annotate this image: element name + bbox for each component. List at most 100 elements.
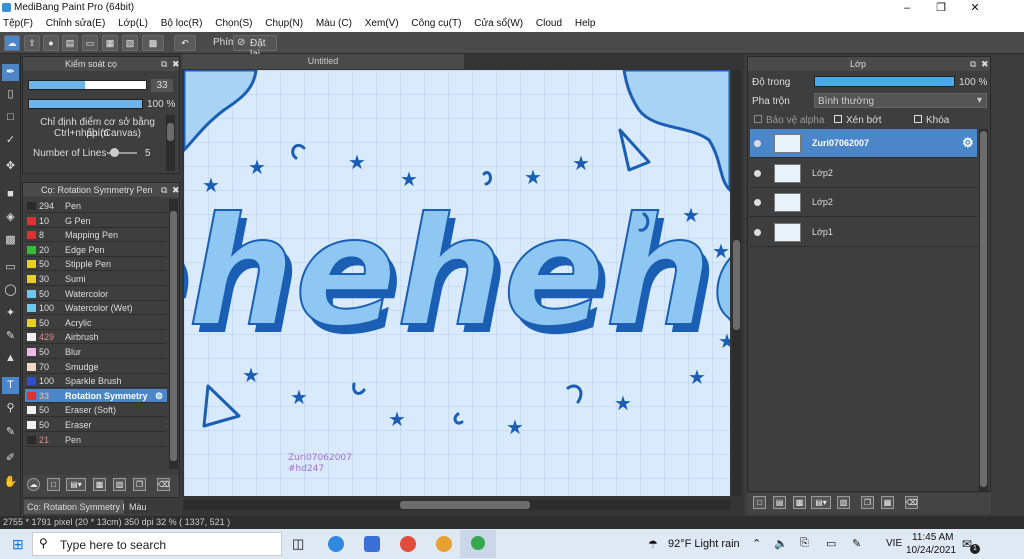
restore-icon[interactable]: ❐ — [924, 0, 958, 16]
menu-view[interactable]: Xem(V) — [360, 16, 404, 32]
brush-item[interactable]: 30 Sumi — [25, 272, 167, 286]
menu-file[interactable]: Tệp(F) — [0, 16, 38, 32]
brush-item[interactable]: 50 Eraser — [25, 418, 167, 432]
rectangle-tool-icon[interactable]: □ — [2, 109, 19, 126]
layer-settings-gear-icon[interactable]: ⚙ — [962, 135, 974, 151]
weather-text[interactable]: 92°F Light rain — [668, 538, 740, 550]
add-brush-menu-icon[interactable]: ▤▾ — [66, 478, 86, 491]
minimize-icon[interactable]: – — [890, 0, 924, 16]
layer-row[interactable]: Zuri07062007 ⚙ — [750, 129, 977, 158]
delete-layer-icon[interactable]: ⌫ — [905, 496, 918, 509]
duplicate-icon[interactable]: ❐ — [133, 478, 146, 491]
brush-item[interactable]: 50 Acrylic — [25, 316, 167, 330]
trash-icon[interactable]: ⌫ — [157, 478, 170, 491]
canvas-vscroll-thumb[interactable] — [733, 240, 740, 330]
select-eraser-tool-icon[interactable]: ▲ — [2, 350, 19, 367]
share-icon[interactable]: ⇧ — [24, 35, 40, 51]
divide-tool-icon[interactable]: ✎ — [2, 424, 19, 441]
menu-snap[interactable]: Chụp(N) — [260, 16, 308, 32]
hand-tool-icon[interactable]: ✋ — [2, 474, 19, 491]
menu-select[interactable]: Chọn(S) — [210, 16, 257, 32]
bucket-tool-icon[interactable]: ◈ — [2, 209, 19, 226]
select-tool-icon[interactable]: ▭ — [2, 259, 19, 276]
clipping-checkbox[interactable] — [834, 115, 842, 123]
brush-item[interactable]: 33 Rotation Symmetry ⚙ — [25, 388, 167, 403]
brush-item[interactable]: 100 Sparkle Brush — [25, 374, 167, 389]
task-view-icon[interactable]: ◫ — [292, 536, 304, 552]
speaker-icon[interactable]: 🔈 — [774, 537, 788, 550]
brush-control-scrollbar[interactable] — [166, 115, 175, 171]
canvas[interactable]: ehehehe ehehehe ★★★ ★★★ ★★★ ★★★ ★★★ Zuri… — [184, 70, 730, 496]
layer-row[interactable]: Lớp1 — [750, 218, 977, 247]
tab-brush[interactable]: Cọ: Rotation Symmetry Pen — [24, 500, 124, 514]
brush-list-scrollbar[interactable] — [169, 199, 178, 469]
taskbar-active-app[interactable] — [460, 530, 496, 558]
menu-filter[interactable]: Bộ lọc(R) — [156, 16, 208, 32]
clock-date[interactable]: 10/24/2021 — [906, 545, 956, 556]
operation-tool-icon[interactable]: ⚲ — [2, 400, 19, 417]
chrome-profile-icon[interactable] — [436, 536, 452, 552]
brush-item[interactable]: 100 Watercolor (Wet) — [25, 301, 167, 316]
move-tool-icon[interactable]: ✥ — [2, 158, 19, 175]
fill-rect-tool-icon[interactable]: ■ — [2, 186, 19, 203]
duplicate-layer-icon[interactable]: ❐ — [861, 496, 874, 509]
reset-button[interactable]: ⊘ Đặt lại — [233, 35, 277, 60]
float-panel-icon[interactable]: ⧉ — [970, 57, 976, 71]
magic-wand-tool-icon[interactable]: ✦ — [2, 305, 19, 322]
undo-icon[interactable]: ↶ — [174, 35, 196, 51]
blend-mode-select[interactable]: Bình thường ▾ — [814, 93, 987, 108]
brush-item[interactable]: 20 Edge Pen — [25, 243, 167, 257]
text-tool-icon[interactable]: T — [2, 377, 19, 394]
brush-item[interactable]: 429 Airbrush — [25, 330, 167, 345]
windows-start-icon[interactable]: ⊞ — [12, 536, 24, 553]
gear-icon[interactable]: ⚙ — [155, 389, 163, 403]
new-8bit-layer-icon[interactable]: ▩ — [793, 496, 806, 509]
float-panel-icon[interactable]: ⧉ — [161, 57, 167, 71]
menu-edit[interactable]: Chỉnh sửa(E) — [41, 16, 111, 32]
toolbar-extra-icon[interactable]: ▩ — [142, 35, 164, 51]
cloud-brush-icon[interactable]: ☁ — [27, 478, 40, 491]
brush-item[interactable]: 294 Pen — [25, 199, 167, 213]
add-layer-menu-icon[interactable]: ▤▾ — [811, 496, 831, 509]
edge-icon[interactable] — [328, 536, 344, 552]
canvas-vertical-scrollbar[interactable] — [732, 70, 741, 496]
battery-icon[interactable]: ▭ — [826, 537, 836, 550]
dot-pen-tool-icon[interactable]: ✓ — [2, 132, 19, 149]
layer-row[interactable]: Lớp2 — [750, 159, 977, 188]
brush-item[interactable]: 8 Mapping Pen — [25, 228, 167, 243]
pen-icon[interactable]: ✎ — [852, 537, 861, 550]
close-panel-icon[interactable]: ✖ — [981, 57, 989, 71]
layer-list-scrollbar[interactable] — [979, 129, 988, 491]
brush-item[interactable]: 50 Stipple Pen — [25, 257, 167, 272]
new-brush-icon[interactable]: □ — [47, 478, 60, 491]
close-icon[interactable]: ✕ — [958, 0, 992, 16]
eyedropper-tool-icon[interactable]: ✐ — [2, 450, 19, 467]
clock-time[interactable]: 11:45 AM — [912, 532, 954, 543]
chevron-up-icon[interactable]: ⌃ — [752, 537, 761, 550]
brush-opacity-slider[interactable] — [28, 99, 143, 109]
brush-item[interactable]: 10 G Pen — [25, 214, 167, 228]
number-of-lines-handle[interactable] — [110, 148, 119, 157]
visibility-icon[interactable] — [754, 140, 761, 147]
cloud-icon[interactable]: ☁ — [4, 35, 20, 51]
brush-item[interactable]: 70 Smudge — [25, 360, 167, 374]
grid-icon[interactable]: ▦ — [102, 35, 118, 51]
gradient-tool-icon[interactable]: ▩ — [2, 232, 19, 249]
eraser-tool-icon[interactable]: ▯ — [2, 86, 19, 103]
brush-size-value[interactable]: 33 — [151, 79, 173, 92]
layer-opacity-slider[interactable] — [814, 76, 955, 87]
menu-color[interactable]: Màu (C) — [311, 16, 357, 32]
page-icon[interactable]: ▭ — [82, 35, 98, 51]
tab-color[interactable]: Màu — [126, 500, 150, 514]
copy-brush-icon[interactable]: ▩ — [93, 478, 106, 491]
taskbar-search[interactable]: ⚲ Type here to search — [32, 532, 282, 556]
select-pen-tool-icon[interactable]: ✎ — [2, 328, 19, 345]
menu-layer[interactable]: Lớp(L) — [113, 16, 153, 32]
layer-folder-icon[interactable]: ▧ — [837, 496, 850, 509]
lasso-tool-icon[interactable]: ◯ — [2, 282, 19, 299]
menu-cloud[interactable]: Cloud — [531, 16, 567, 32]
comment-icon[interactable]: ▤ — [62, 35, 78, 51]
canvas-horizontal-scrollbar[interactable] — [184, 500, 730, 510]
menu-help[interactable]: Help — [570, 16, 601, 32]
menu-tools[interactable]: Công cụ(T) — [406, 16, 466, 32]
